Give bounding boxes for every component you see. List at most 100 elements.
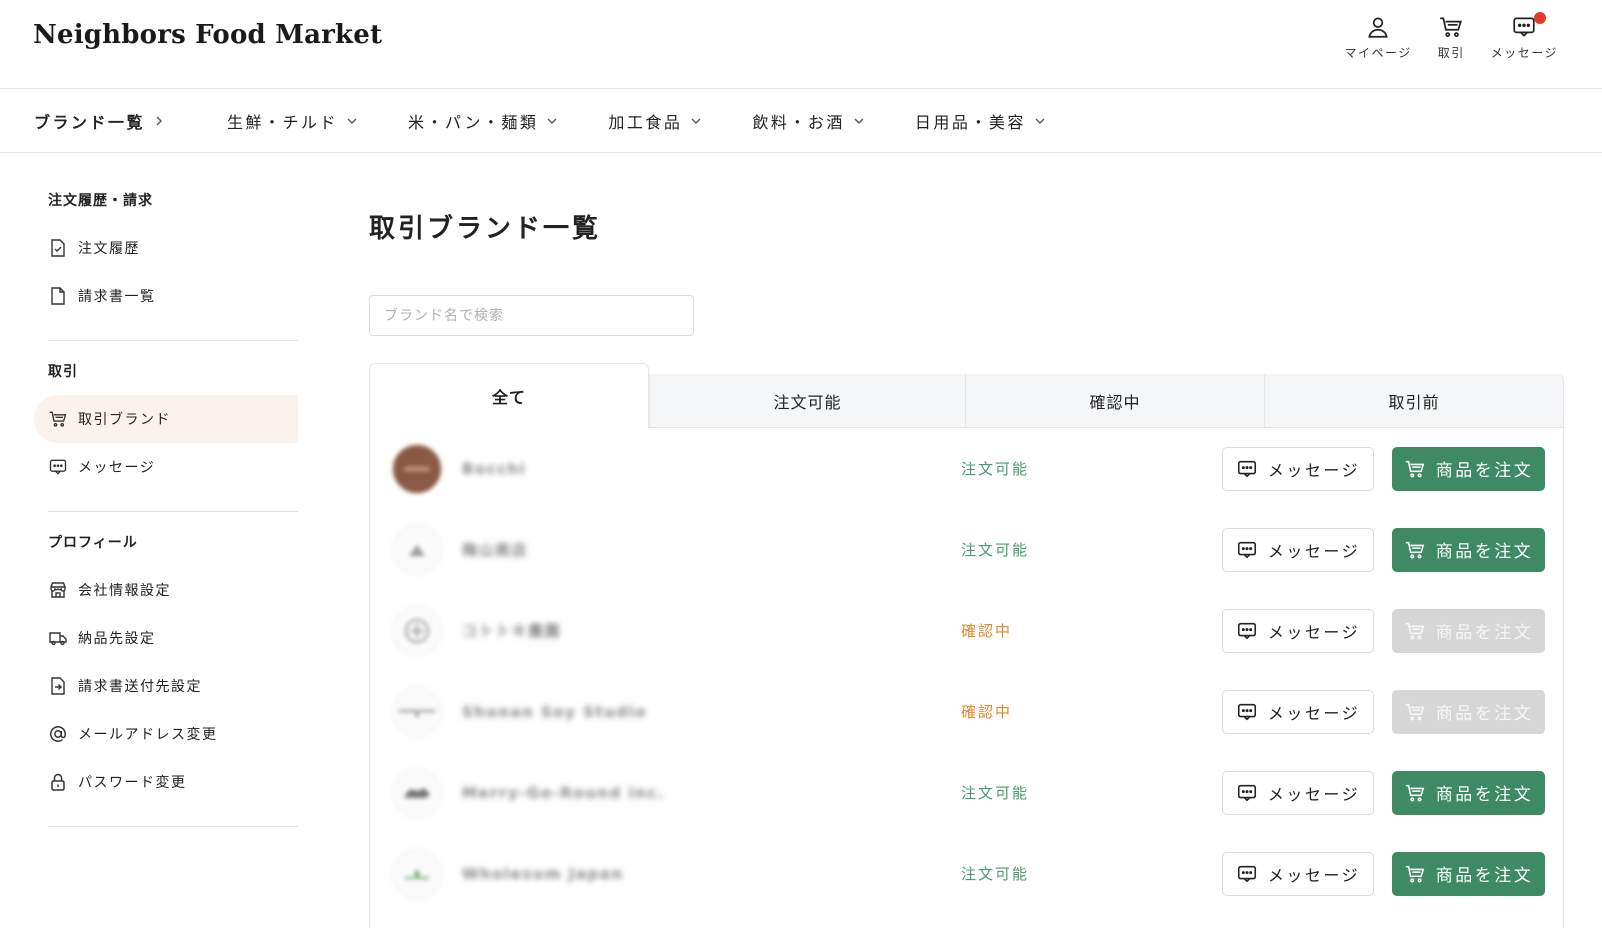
brand-name[interactable]: Merry-Go-Round inc. — [462, 784, 665, 802]
sidebar-item-label: 請求書一覧 — [78, 289, 156, 305]
sidebar: 注文履歴・請求 注文履歴 請求書一覧 取引 取引ブランド メッセージ プロフィー… — [34, 190, 298, 847]
message-button-label: メッセージ — [1267, 541, 1361, 561]
document-send-icon — [51, 677, 65, 695]
sidebar-section-profile: プロフィール 会社情報設定 納品先設定 請求書送付先設定 メールアドレス変更 パ… — [34, 532, 298, 806]
category-processed-food[interactable]: 加工食品 — [608, 109, 702, 133]
message-button-label: メッセージ — [1267, 622, 1361, 642]
brand-name[interactable]: 梅山商店 — [462, 539, 528, 560]
transactions-button[interactable]: 取引 — [1438, 14, 1465, 61]
message-button-label: メッセージ — [1267, 460, 1361, 480]
brand-avatar[interactable] — [392, 767, 442, 818]
brand-search-input[interactable] — [369, 295, 694, 336]
sidebar-section-title: 注文履歴・請求 — [48, 193, 153, 209]
brand-avatar[interactable] — [392, 605, 442, 656]
brand-row: Wholesum Japan 注文可能 メッセージ 商品を注文 — [370, 833, 1563, 914]
brand-avatar[interactable] — [392, 848, 442, 899]
tab-orderable[interactable]: 注文可能 — [649, 374, 965, 428]
status-badge: 注文可能 — [961, 541, 1030, 559]
message-button-label: メッセージ — [1267, 703, 1361, 723]
message-button[interactable]: メッセージ — [1222, 527, 1374, 572]
sidebar-item-label: パスワード変更 — [78, 775, 187, 791]
brand-logo-icon — [409, 544, 425, 556]
user-icon — [1368, 17, 1388, 38]
brand-list-link[interactable]: ブランド一覧 — [34, 109, 165, 133]
category-label: 飲料・お酒 — [752, 112, 845, 132]
brand-avatar[interactable] — [392, 443, 442, 494]
category-label: 米・パン・麺類 — [408, 112, 539, 132]
at-sign-icon — [50, 726, 66, 742]
document-icon — [51, 287, 65, 305]
order-button[interactable]: 商品を注文 — [1392, 608, 1545, 653]
sidebar-item-label: メールアドレス変更 — [78, 727, 218, 743]
brand-name[interactable]: Wholesum Japan — [462, 865, 624, 883]
cart-icon — [1405, 460, 1425, 477]
messages-button[interactable]: メッセージ — [1490, 12, 1558, 61]
order-button[interactable]: 商品を注文 — [1392, 527, 1545, 572]
tab-all[interactable]: 全て — [369, 363, 649, 428]
brand-row: 梅山商店 注文可能 メッセージ 商品を注文 — [370, 509, 1563, 590]
sidebar-item-order-history[interactable]: 注文履歴 — [34, 224, 298, 272]
brand-list-label: ブランド一覧 — [34, 112, 146, 132]
message-button[interactable]: メッセージ — [1222, 446, 1374, 491]
notification-dot — [1534, 12, 1546, 24]
sidebar-item-password-change[interactable]: パスワード変更 — [34, 758, 298, 806]
cart-icon — [49, 411, 67, 427]
order-button[interactable]: 商品を注文 — [1392, 851, 1545, 896]
brand-name[interactable]: コトトキ農園 — [462, 620, 561, 641]
mypage-label: マイページ — [1344, 46, 1412, 60]
brand-avatar[interactable] — [392, 686, 442, 737]
brand-name[interactable]: Shonan Soy Studio — [462, 703, 647, 721]
category-daily-beauty[interactable]: 日用品・美容 — [915, 109, 1046, 133]
brand-list: Bocchi 注文可能 メッセージ 商品を注文 梅山商店 注文可能 メッセージ — [369, 428, 1564, 928]
sidebar-item-email-change[interactable]: メールアドレス変更 — [34, 710, 298, 758]
cart-icon — [1405, 622, 1425, 639]
chevron-down-icon — [1035, 118, 1045, 124]
chevron-down-icon — [547, 118, 557, 124]
order-button[interactable]: 商品を注文 — [1392, 689, 1545, 734]
mypage-button[interactable]: マイページ — [1344, 14, 1411, 61]
message-button[interactable]: メッセージ — [1222, 689, 1374, 734]
lock-icon — [51, 773, 65, 791]
messages-label: メッセージ — [1490, 46, 1558, 60]
brand-name[interactable]: Bocchi — [462, 460, 526, 478]
order-button-label: 商品を注文 — [1435, 704, 1534, 724]
cart-icon — [1405, 865, 1425, 882]
order-button-label: 商品を注文 — [1435, 623, 1534, 643]
cart-icon — [1440, 17, 1463, 37]
brand-row: Merry-Go-Round inc. 注文可能 メッセージ 商品を注文 — [370, 752, 1563, 833]
sidebar-item-delivery-settings[interactable]: 納品先設定 — [34, 614, 298, 662]
sidebar-divider — [48, 511, 298, 512]
tab-pending[interactable]: 確認中 — [965, 374, 1264, 428]
sidebar-item-label: 注文履歴 — [78, 241, 140, 257]
category-fresh[interactable]: 生鮮・チルド — [227, 109, 358, 133]
sidebar-item-invoice-recipient[interactable]: 請求書送付先設定 — [34, 662, 298, 710]
order-button-label: 商品を注文 — [1435, 866, 1534, 886]
message-icon — [1237, 865, 1256, 882]
order-button-label: 商品を注文 — [1435, 785, 1534, 805]
tab-pre-trade[interactable]: 取引前 — [1264, 374, 1564, 428]
chevron-down-icon — [854, 118, 864, 124]
cart-icon — [1405, 541, 1425, 558]
category-rice-bread-noodles[interactable]: 米・パン・麺類 — [408, 109, 558, 133]
message-button-label: メッセージ — [1267, 865, 1361, 885]
sidebar-section-trades: 取引 取引ブランド メッセージ — [34, 361, 298, 491]
category-drinks[interactable]: 飲料・お酒 — [752, 109, 865, 133]
brand-logo-icon — [399, 709, 435, 717]
category-label: 生鮮・チルド — [227, 112, 339, 132]
sidebar-divider — [48, 340, 298, 341]
site-logo[interactable]: Neighbors Food Market — [33, 20, 382, 50]
order-button[interactable]: 商品を注文 — [1392, 770, 1545, 815]
sidebar-item-messages[interactable]: メッセージ — [34, 443, 298, 491]
sidebar-item-trade-brands[interactable]: 取引ブランド — [34, 395, 298, 443]
message-button[interactable]: メッセージ — [1222, 851, 1374, 896]
order-button[interactable]: 商品を注文 — [1392, 446, 1545, 491]
sidebar-item-company-settings[interactable]: 会社情報設定 — [34, 566, 298, 614]
status-tabs: 全て 注文可能 確認中 取引前 — [369, 363, 1564, 428]
sidebar-item-label: メッセージ — [78, 460, 156, 476]
sidebar-item-invoices[interactable]: 請求書一覧 — [34, 272, 298, 320]
message-button[interactable]: メッセージ — [1222, 608, 1374, 653]
transactions-label: 取引 — [1437, 46, 1465, 60]
brand-row: コトトキ農園 確認中 メッセージ 商品を注文 — [370, 590, 1563, 671]
message-button[interactable]: メッセージ — [1222, 770, 1374, 815]
brand-avatar[interactable] — [392, 524, 442, 575]
